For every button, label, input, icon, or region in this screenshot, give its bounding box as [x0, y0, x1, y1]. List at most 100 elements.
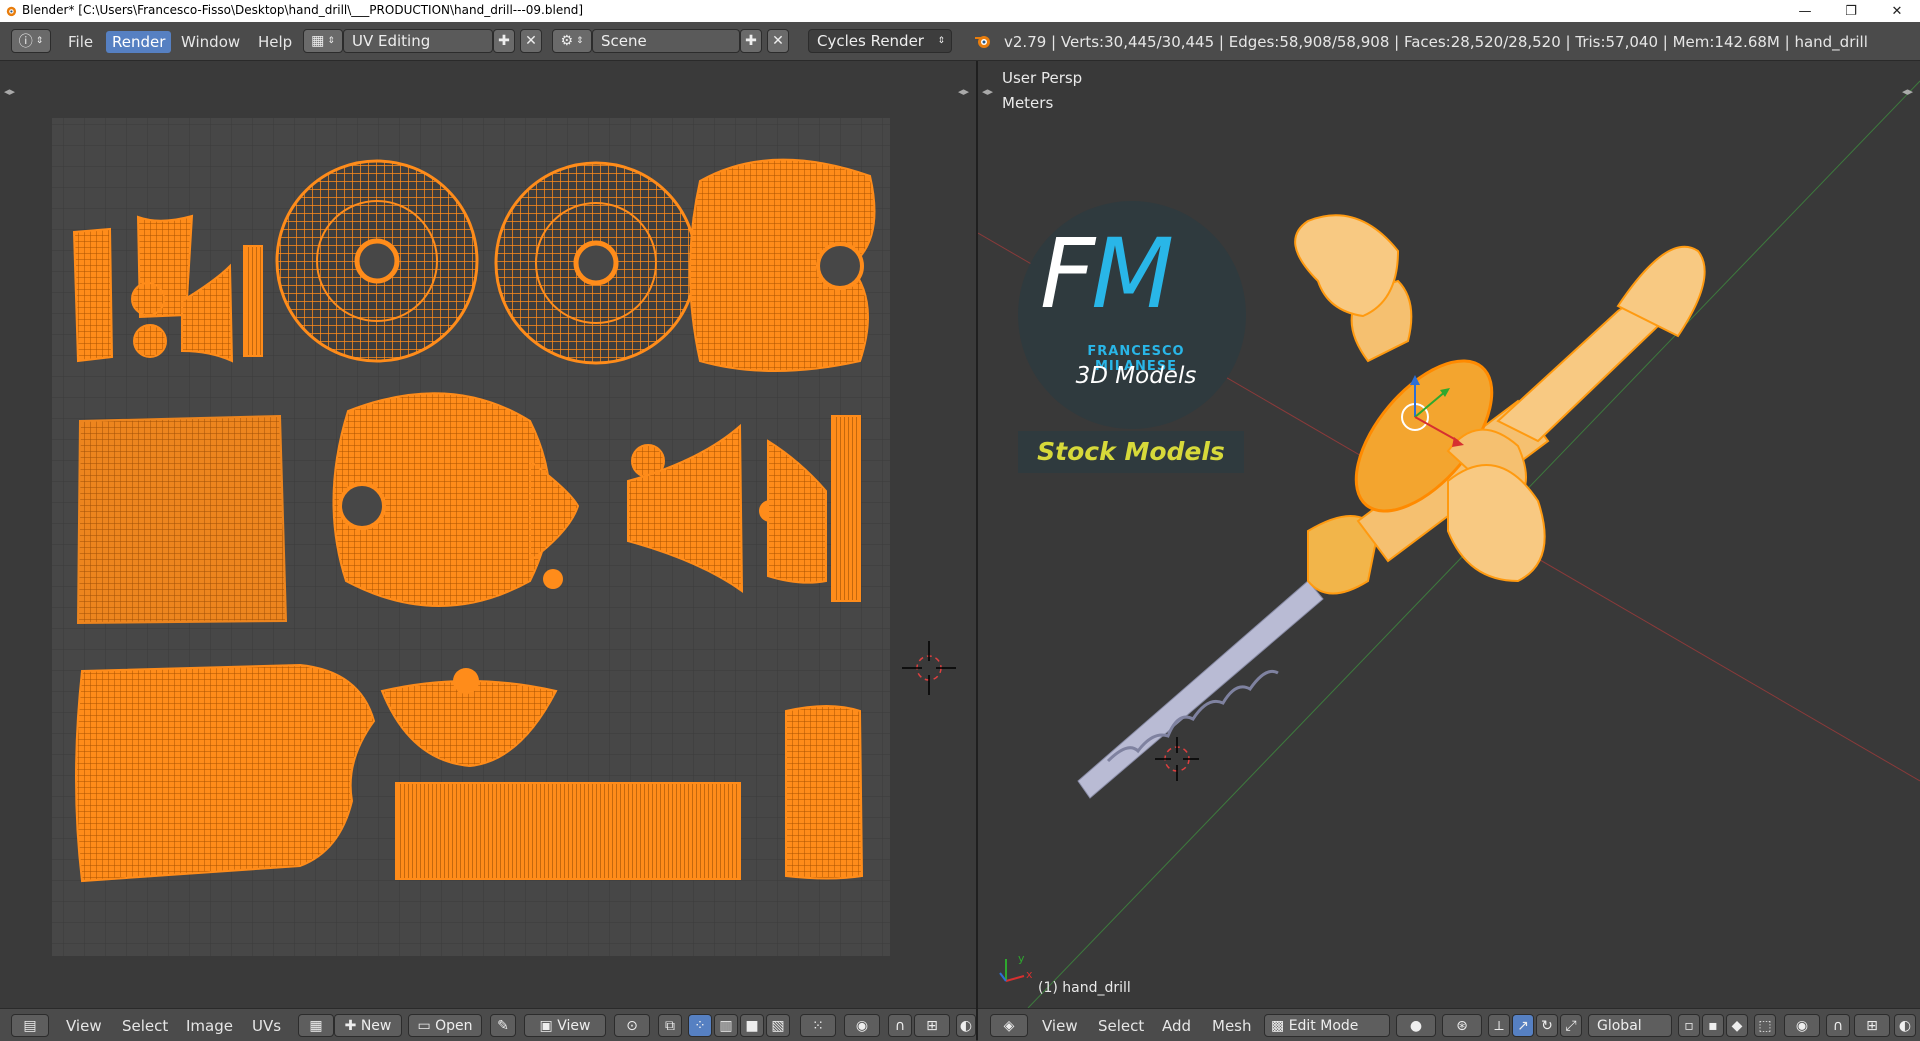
- uv-menu-image[interactable]: Image: [186, 1016, 233, 1036]
- 2d-cursor-icon[interactable]: [902, 641, 956, 695]
- uv-menu-uvs[interactable]: UVs: [252, 1016, 281, 1036]
- add-layout-button[interactable]: ✚: [493, 29, 515, 53]
- edge-select-button[interactable]: ▥: [714, 1014, 738, 1037]
- uv-menu-view[interactable]: View: [66, 1016, 102, 1036]
- sync-selection-button[interactable]: ⧉: [658, 1014, 682, 1037]
- spinner-icon: ⇕: [327, 36, 335, 46]
- snap-button[interactable]: ∩: [888, 1014, 912, 1037]
- uv-canvas[interactable]: ◂▸ ◂▸: [0, 61, 976, 1008]
- delete-scene-button[interactable]: ✕: [767, 29, 789, 53]
- open-image-button[interactable]: ▭ Open: [408, 1014, 482, 1037]
- pin-icon: ✎: [497, 1017, 509, 1034]
- view-mode-select[interactable]: ▣ View: [524, 1014, 606, 1037]
- properties-toggle-icon[interactable]: ◂▸: [958, 85, 970, 98]
- spinner-icon: ⇕: [35, 36, 44, 46]
- translate-manipulator[interactable]: ↗: [1512, 1014, 1534, 1037]
- open-label: Open: [435, 1017, 473, 1034]
- island-select-button[interactable]: ▧: [766, 1014, 790, 1037]
- scene-name-field[interactable]: Scene: [592, 29, 740, 53]
- scene-browse-button[interactable]: ⚙ ⇕: [552, 29, 592, 53]
- editor-type-info-button[interactable]: ⓘ ⇕: [11, 29, 51, 53]
- rotate-manipulator[interactable]: ↻: [1536, 1014, 1558, 1037]
- edge-select-button[interactable]: ▪: [1702, 1014, 1724, 1037]
- layout-icon: ▦: [311, 33, 325, 49]
- snap-button[interactable]: ∩: [1826, 1014, 1850, 1037]
- editor-type-button[interactable]: ▤: [11, 1014, 49, 1037]
- properties-toggle-icon[interactable]: ◂▸: [1902, 85, 1914, 98]
- snap-element-select[interactable]: ⊞: [1854, 1014, 1890, 1037]
- layout-name-field[interactable]: UV Editing: [343, 29, 493, 53]
- face-select-button[interactable]: ◆: [1726, 1014, 1748, 1037]
- render-engine-select[interactable]: Cycles Render ⇕: [808, 29, 952, 53]
- sticky-icon: ⁙: [812, 1017, 824, 1034]
- pin-button[interactable]: ✎: [490, 1014, 516, 1037]
- render-preview-button[interactable]: ◐: [1894, 1014, 1916, 1037]
- plus-icon: ✚: [745, 33, 757, 49]
- proportional-edit-button[interactable]: ◉: [1784, 1014, 1820, 1037]
- manipulator-toggle[interactable]: ⟂: [1488, 1014, 1510, 1037]
- camera-icon: ◐: [959, 1017, 973, 1034]
- viewport-menu-select[interactable]: Select: [1098, 1016, 1144, 1036]
- pivot-select[interactable]: ⊙: [614, 1014, 650, 1037]
- menu-render[interactable]: Render: [106, 31, 172, 53]
- close-button[interactable]: ✕: [1874, 0, 1920, 22]
- menu-window[interactable]: Window: [175, 31, 246, 53]
- scale-manipulator[interactable]: ⤢: [1560, 1014, 1582, 1037]
- spinner-icon: ⇕: [576, 36, 584, 46]
- fm-letters: FM: [1040, 218, 1174, 330]
- interaction-mode-select[interactable]: ▩ Edit Mode: [1264, 1014, 1390, 1037]
- viewport-menu-add[interactable]: Add: [1162, 1016, 1191, 1036]
- edit-mode-icon: ▩: [1271, 1017, 1285, 1034]
- uv-image-editor[interactable]: ◂▸ ◂▸: [0, 61, 976, 1008]
- logo-subtitle: 3D Models: [1075, 363, 1197, 389]
- toolbar-toggle-icon[interactable]: ◂▸: [982, 85, 994, 98]
- layout-browse-button[interactable]: ▦ ⇕: [303, 29, 343, 53]
- new-image-button[interactable]: ✚ New: [334, 1014, 402, 1037]
- x-icon: ✕: [525, 33, 537, 49]
- view-name-label: User Persp: [1002, 69, 1083, 87]
- proportional-edit-button[interactable]: ◉: [844, 1014, 880, 1037]
- vertex-select-button[interactable]: ⁘: [688, 1014, 712, 1037]
- occlude-geometry-button[interactable]: ⬚: [1754, 1014, 1776, 1037]
- hand-drill-mesh[interactable]: [1294, 214, 1706, 595]
- minimize-button[interactable]: —: [1782, 0, 1828, 22]
- edge-icon: ▪: [1708, 1017, 1718, 1034]
- add-scene-button[interactable]: ✚: [740, 29, 762, 53]
- uv-menu-select[interactable]: Select: [122, 1016, 168, 1036]
- delete-layout-button[interactable]: ✕: [520, 29, 542, 53]
- viewport-shading-select[interactable]: ●: [1396, 1014, 1436, 1037]
- info-header: ⓘ ⇕ File Render Window Help ▦ ⇕ UV Editing…: [0, 22, 1920, 61]
- toolbar-toggle-icon[interactable]: ◂▸: [4, 85, 16, 98]
- pivot-point-select[interactable]: ⊛: [1442, 1014, 1482, 1037]
- menu-file[interactable]: File: [62, 31, 99, 53]
- uv-editor-header: ▤ View Select Image UVs ▦ ✚ New ▭ Open ✎…: [0, 1008, 976, 1041]
- magnet-icon: ∩: [1832, 1017, 1844, 1034]
- transform-orientation-select[interactable]: Global: [1588, 1014, 1672, 1037]
- viewport-menu-view[interactable]: View: [1042, 1016, 1078, 1036]
- image-browse-button[interactable]: ▦: [298, 1014, 334, 1037]
- sticky-select-mode[interactable]: ⁙: [800, 1014, 836, 1037]
- vertex-select-button[interactable]: ▫: [1678, 1014, 1700, 1037]
- viewport-menu-mesh[interactable]: Mesh: [1212, 1016, 1252, 1036]
- stock-models-badge: Stock Models: [1018, 431, 1244, 473]
- drill-bit[interactable]: [1077, 580, 1324, 799]
- restore-button[interactable]: ❐: [1828, 0, 1874, 22]
- 3d-viewport[interactable]: ◂▸ ◂▸ User Persp Meters (1) hand_drill y…: [978, 61, 1920, 1008]
- menu-help[interactable]: Help: [252, 31, 298, 53]
- scale-icon: ⤢: [1565, 1017, 1577, 1034]
- view-icon: ▣: [539, 1017, 553, 1034]
- snap-element-select[interactable]: ⊞: [914, 1014, 950, 1037]
- logo-m: M: [1091, 218, 1174, 330]
- 3d-cursor-icon[interactable]: [1155, 737, 1199, 781]
- editor-type-button[interactable]: ◈: [990, 1014, 1028, 1037]
- orientation-label: Global: [1597, 1017, 1642, 1034]
- snap-grid-icon: ⊞: [1866, 1017, 1878, 1034]
- render-slot-button[interactable]: ◐: [956, 1014, 976, 1037]
- x-icon: ✕: [772, 33, 784, 49]
- blender-logo-icon: [975, 36, 990, 48]
- units-label: Meters: [1002, 94, 1054, 112]
- vertex-icon: ▫: [1684, 1017, 1694, 1034]
- plus-icon: ✚: [344, 1017, 357, 1034]
- face-select-button[interactable]: ■: [740, 1014, 764, 1037]
- vertex-icon: ⁘: [694, 1017, 706, 1034]
